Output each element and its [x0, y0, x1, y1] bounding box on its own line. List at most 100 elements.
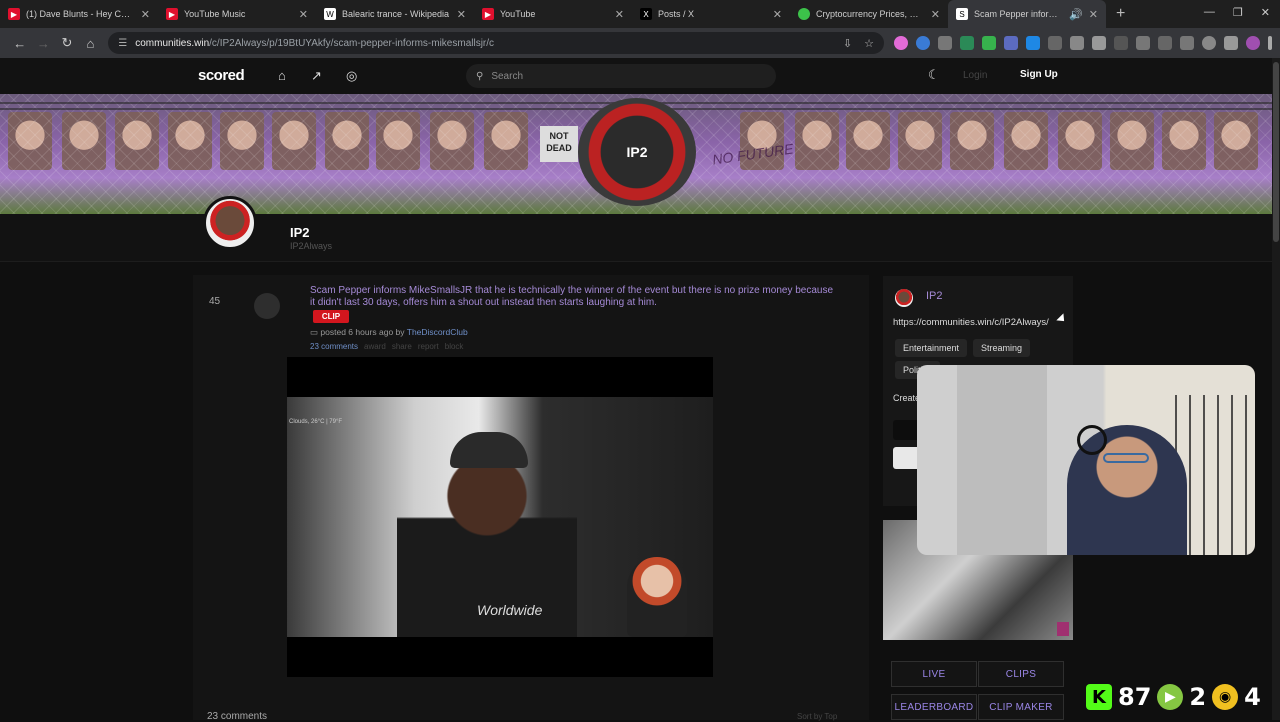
site-logo[interactable]: scored [198, 67, 245, 84]
leaderboard-button[interactable]: LEADERBOARD [891, 694, 977, 720]
audio-icon[interactable]: 🔊 [1069, 8, 1083, 21]
forward-icon[interactable]: → [32, 31, 56, 55]
close-tab-icon[interactable]: ✕ [1089, 8, 1098, 21]
extension-icon[interactable] [982, 36, 997, 50]
devtools-icon[interactable] [1158, 36, 1173, 50]
install-icon[interactable]: ⇩ [843, 37, 852, 50]
back-icon[interactable]: ← [8, 31, 32, 55]
tab-title: Balearic trance - Wikipedia [342, 9, 450, 19]
share-link[interactable]: share [392, 342, 412, 351]
extension-icon[interactable] [960, 36, 975, 50]
ghost-logo-icon: ◉ [1212, 684, 1239, 710]
not-dead-sign: NOT DEAD [540, 126, 578, 162]
comments-link[interactable]: 23 comments [310, 342, 358, 351]
minimize-icon[interactable]: — [1204, 6, 1215, 19]
extension-icon[interactable] [1026, 36, 1041, 50]
video-player[interactable]: Clouds, 26°C | 79°F Worldwide [287, 357, 713, 677]
close-tab-icon[interactable]: ✕ [141, 8, 150, 21]
rumble-viewer-count: 2 [1189, 683, 1207, 711]
extension-icon[interactable] [1070, 36, 1085, 50]
community-handle: IP2Always [290, 241, 333, 251]
community-avatar[interactable] [203, 196, 257, 250]
new-tab-button[interactable]: + [1116, 5, 1125, 23]
browser-tab[interactable]: ▶ YouTube Music ✕ [158, 0, 316, 28]
sidebar-url[interactable]: https://communities.win/c/IP2Always/ [893, 317, 1049, 328]
profile-icon[interactable] [1202, 36, 1217, 50]
browser-tab[interactable]: X Posts / X ✕ [632, 0, 790, 28]
site-header: scored ⌂ ↗ ◎ ⚲ Search ☾ Login Sign Up [0, 58, 1272, 94]
extension-icon[interactable] [894, 36, 909, 50]
browser-tab-active[interactable]: S Scam Pepper informs Mike 🔊 ✕ [948, 0, 1106, 28]
post-actions: 23 comments award share report block [310, 342, 463, 351]
headphones-icon [1077, 425, 1107, 455]
extension-icon[interactable] [916, 36, 931, 50]
posted-prefix: posted 6 hours ago by [320, 327, 405, 337]
tab-title: Cryptocurrency Prices, Charts, a [816, 9, 925, 19]
community-name[interactable]: IP2 [290, 225, 310, 240]
reload-icon[interactable]: ↻ [55, 31, 79, 55]
tab-title: YouTube [500, 9, 536, 19]
site-info-icon[interactable]: ☰ [118, 38, 127, 49]
clips-button[interactable]: CLIPS [978, 661, 1064, 687]
close-window-icon[interactable]: ✕ [1261, 6, 1270, 19]
menu-icon[interactable] [1224, 36, 1239, 50]
extension-icon[interactable] [1004, 36, 1019, 50]
close-tab-icon[interactable]: ✕ [299, 8, 308, 21]
search-input[interactable]: ⚲ Search [466, 64, 776, 88]
post-score: 45 [209, 296, 221, 307]
extension-icon[interactable] [1048, 36, 1063, 50]
signup-button[interactable]: Sign Up [1020, 69, 1058, 80]
webcam-overlay [917, 365, 1255, 555]
youtube-favicon-icon: ▶ [482, 8, 494, 20]
extension-icon[interactable] [1136, 36, 1151, 50]
sidebar-community-name[interactable]: IP2 [926, 290, 943, 302]
login-button[interactable]: Login [963, 70, 987, 81]
x-favicon-icon: X [640, 8, 652, 20]
other-viewer-count: 4 [1244, 683, 1261, 711]
tag-streaming[interactable]: Streaming [973, 339, 1031, 357]
puzzle-icon[interactable] [1092, 36, 1107, 50]
sidepanel-icon[interactable] [1180, 36, 1195, 50]
home-icon[interactable]: ⌂ [79, 31, 103, 55]
more-icon[interactable] [1268, 36, 1273, 50]
dark-mode-toggle-icon[interactable]: ☾ [928, 67, 940, 83]
community-banner: NOT DEAD IP2 NO FUTURE [0, 94, 1272, 214]
close-tab-icon[interactable]: ✕ [773, 8, 782, 21]
compass-icon[interactable]: ◎ [346, 68, 357, 84]
search-placeholder: Search [491, 70, 524, 82]
award-link[interactable]: award [364, 342, 386, 351]
close-tab-icon[interactable]: ✕ [615, 8, 624, 21]
home-icon[interactable]: ⌂ [278, 68, 286, 83]
bookmark-star-icon[interactable]: ☆ [864, 37, 874, 50]
browser-tab[interactable]: W Balearic trance - Wikipedia ✕ [316, 0, 474, 28]
restore-icon[interactable]: ❐ [1233, 6, 1243, 19]
tag-entertainment[interactable]: Entertainment [895, 339, 968, 357]
post-title[interactable]: Scam Pepper informs MikeSmallsJR that he… [310, 285, 835, 309]
sidebar-community-icon [895, 289, 913, 307]
close-tab-icon[interactable]: ✕ [457, 8, 466, 21]
tab-strip: ▶ (1) Dave Blunts - Hey Curtis (O ✕ ▶ Yo… [0, 0, 1280, 28]
block-link[interactable]: block [445, 342, 464, 351]
streamer-cap [450, 432, 528, 468]
browser-tab[interactable]: Cryptocurrency Prices, Charts, a ✕ [790, 0, 948, 28]
live-button[interactable]: LIVE [891, 661, 977, 687]
trending-icon[interactable]: ↗ [311, 68, 322, 84]
tab-title: (1) Dave Blunts - Hey Curtis (O [26, 9, 135, 19]
tab-title: Posts / X [658, 9, 695, 19]
scrollbar-thumb[interactable] [1273, 62, 1279, 242]
author-link[interactable]: TheDiscordClub [407, 327, 468, 337]
coingecko-favicon-icon [798, 8, 810, 20]
history-icon[interactable] [1114, 36, 1129, 50]
avatar[interactable] [1246, 36, 1261, 50]
address-bar[interactable]: ☰ communities.win/c/IP2Always/p/19BtUYAk… [108, 32, 885, 54]
browser-tab[interactable]: ▶ YouTube ✕ [474, 0, 632, 28]
webcam-door [957, 365, 1047, 555]
browser-tab[interactable]: ▶ (1) Dave Blunts - Hey Curtis (O ✕ [0, 0, 158, 28]
clip-maker-button[interactable]: CLIP MAKER [978, 694, 1064, 720]
close-tab-icon[interactable]: ✕ [931, 8, 940, 21]
post-thumbnail[interactable] [254, 293, 280, 319]
kick-logo-icon: K [1086, 684, 1112, 710]
extension-icon[interactable] [938, 36, 953, 50]
report-link[interactable]: report [418, 342, 439, 351]
browser-toolbar: ← → ↻ ⌂ ☰ communities.win/c/IP2Always/p/… [0, 28, 1280, 58]
